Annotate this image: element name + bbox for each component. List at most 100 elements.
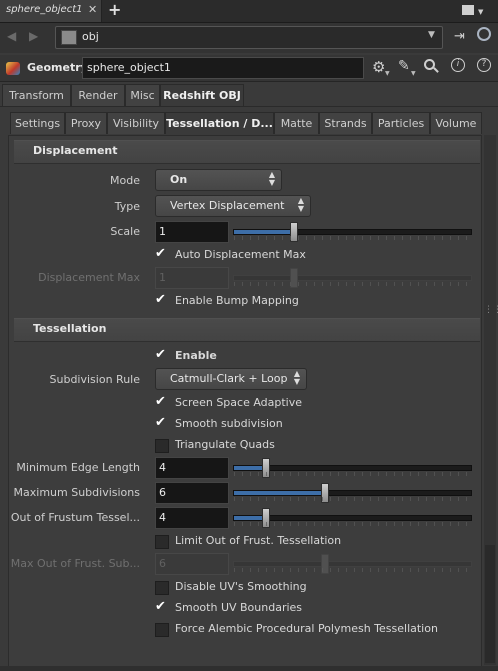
out-of-frustum-value: 4 xyxy=(159,511,166,524)
max-out-of-frustum-label: Max Out of Frust. Sub... xyxy=(10,557,140,570)
info-icon[interactable]: i xyxy=(451,58,465,72)
tab-settings[interactable]: Settings xyxy=(10,112,65,134)
triangulate-quads-label: Triangulate Quads xyxy=(175,438,275,451)
resize-grip-icon[interactable]: ⋮⋮ xyxy=(484,305,498,315)
scale-label: Scale xyxy=(110,225,140,238)
scale-value: 1 xyxy=(159,225,166,238)
help-icon[interactable]: ? xyxy=(477,58,491,72)
slider-ticks xyxy=(234,568,471,572)
force-alembic-label: Force Alembic Procedural Polymesh Tessel… xyxy=(175,622,438,635)
type-label: Type xyxy=(114,200,140,213)
max-subdivisions-field[interactable]: 6 xyxy=(155,482,229,504)
new-tab-icon[interactable]: + xyxy=(108,0,121,19)
smooth-subdivision-label: Smooth subdivision xyxy=(175,417,283,430)
brush-icon[interactable]: ✎ xyxy=(398,58,410,74)
enable-tessellation-checkbox[interactable]: ✔ xyxy=(155,347,167,362)
path-dropdown-icon[interactable]: ▼ xyxy=(428,30,435,40)
screen-space-adaptive-label: Screen Space Adaptive xyxy=(175,396,303,409)
tab-redshift-obj[interactable]: Redshift OBJ xyxy=(160,84,244,106)
bump-mapping-checkbox[interactable]: ✔ xyxy=(155,292,167,307)
screen-space-adaptive-checkbox[interactable]: ✔ xyxy=(155,394,167,409)
tab-proxy[interactable]: Proxy xyxy=(65,112,107,134)
auto-displacement-checkbox[interactable]: ✔ xyxy=(155,246,167,261)
gear-icon[interactable]: ⚙ xyxy=(372,58,385,76)
tab-render[interactable]: Render xyxy=(71,84,125,106)
node-type-label: Geometry xyxy=(27,61,88,74)
bump-mapping-label: Enable Bump Mapping xyxy=(175,294,299,307)
smooth-uv-boundaries-checkbox[interactable]: ✔ xyxy=(155,599,167,614)
tab-particles[interactable]: Particles xyxy=(372,112,430,134)
network-icon xyxy=(61,30,77,45)
slider-ticks xyxy=(234,472,471,476)
pin-icon[interactable]: ⇥ xyxy=(454,29,465,44)
displacement-max-label: Displacement Max xyxy=(38,271,140,284)
document-tab-label: sphere_object1 xyxy=(6,4,83,15)
tab-strands[interactable]: Strands xyxy=(319,112,372,134)
tab-matte[interactable]: Matte xyxy=(274,112,319,134)
max-subdivisions-slider[interactable] xyxy=(233,483,472,503)
scale-field[interactable]: 1 xyxy=(155,221,229,243)
max-out-of-frustum-value: 6 xyxy=(159,557,166,570)
close-tab-icon[interactable]: ✕ xyxy=(88,3,97,16)
geometry-node-icon xyxy=(6,62,20,75)
slider-ticks xyxy=(234,497,471,501)
slider-ticks xyxy=(234,522,471,526)
layout-menu-icon[interactable] xyxy=(462,5,474,15)
mode-label: Mode xyxy=(110,174,140,187)
subdivision-rule-menu[interactable]: Catmull-Clark + Loop ▲ ▼ xyxy=(155,368,307,390)
mode-menu[interactable]: On ▲ ▼ xyxy=(155,169,282,191)
out-of-frustum-slider[interactable] xyxy=(233,508,472,528)
limit-out-of-frustum-checkbox[interactable] xyxy=(155,535,169,549)
triangulate-quads-checkbox[interactable] xyxy=(155,439,169,453)
layout-menu-arrow-icon[interactable]: ▼ xyxy=(478,8,483,16)
smooth-subdivision-checkbox[interactable]: ✔ xyxy=(155,415,167,430)
max-out-of-frustum-slider xyxy=(233,554,472,574)
scale-slider[interactable] xyxy=(233,222,472,242)
force-alembic-checkbox[interactable] xyxy=(155,623,169,637)
mode-value: On xyxy=(170,173,188,186)
tab-misc[interactable]: Misc xyxy=(125,84,160,106)
scrollbar-thumb[interactable] xyxy=(485,545,495,663)
main-tab-divider xyxy=(0,106,498,107)
displacement-section-title: Displacement xyxy=(33,144,118,157)
min-edge-length-slider[interactable] xyxy=(233,458,472,478)
subdivision-rule-label: Subdivision Rule xyxy=(49,373,140,386)
type-menu[interactable]: Vertex Displacement ▲ ▼ xyxy=(155,195,311,217)
gear-dropdown-icon[interactable]: ▼ xyxy=(385,70,390,77)
auto-displacement-label: Auto Displacement Max xyxy=(175,248,306,261)
node-name-text: sphere_object1 xyxy=(87,61,171,74)
disable-uv-smoothing-label: Disable UV's Smoothing xyxy=(175,580,307,593)
out-of-frustum-field[interactable]: 4 xyxy=(155,507,229,529)
path-field[interactable] xyxy=(55,26,443,49)
path-text: obj xyxy=(82,30,99,43)
updown-arrow-icon: ▲ ▼ xyxy=(268,170,275,187)
limit-out-of-frustum-label: Limit Out of Frust. Tessellation xyxy=(175,534,342,547)
type-value: Vertex Displacement xyxy=(170,199,285,212)
max-subdivisions-label: Maximum Subdivisions xyxy=(13,486,140,499)
link-icon[interactable] xyxy=(477,27,491,41)
tab-visibility[interactable]: Visibility xyxy=(107,112,165,134)
tessellation-section-title: Tessellation xyxy=(33,322,107,335)
enable-tessellation-label: Enable xyxy=(175,349,217,362)
displacement-max-slider xyxy=(233,268,472,288)
max-subdivisions-value: 6 xyxy=(159,486,166,499)
min-edge-length-value: 4 xyxy=(159,461,166,474)
forward-icon[interactable]: ▶ xyxy=(29,29,38,43)
tab-transform[interactable]: Transform xyxy=(2,84,71,106)
disable-uv-smoothing-checkbox[interactable] xyxy=(155,581,169,595)
min-edge-length-label: Minimum Edge Length xyxy=(16,461,140,474)
updown-arrow-icon: ▲ ▼ xyxy=(293,369,300,386)
displacement-max-field: 1 xyxy=(155,267,229,289)
bottom-edge xyxy=(0,666,498,671)
brush-dropdown-icon[interactable]: ▼ xyxy=(411,70,416,77)
back-icon[interactable]: ◀ xyxy=(7,29,16,43)
smooth-uv-boundaries-label: Smooth UV Boundaries xyxy=(175,601,303,614)
out-of-frustum-label: Out of Frustum Tessel... xyxy=(10,511,140,524)
updown-arrow-icon: ▲ ▼ xyxy=(297,196,304,213)
min-edge-length-field[interactable]: 4 xyxy=(155,457,229,479)
slider-ticks xyxy=(234,282,471,286)
max-out-of-frustum-field: 6 xyxy=(155,553,229,575)
displacement-max-value: 1 xyxy=(159,271,166,284)
tab-volume[interactable]: Volume xyxy=(430,112,482,134)
tab-tessellation[interactable]: Tessellation / D... xyxy=(165,112,274,134)
